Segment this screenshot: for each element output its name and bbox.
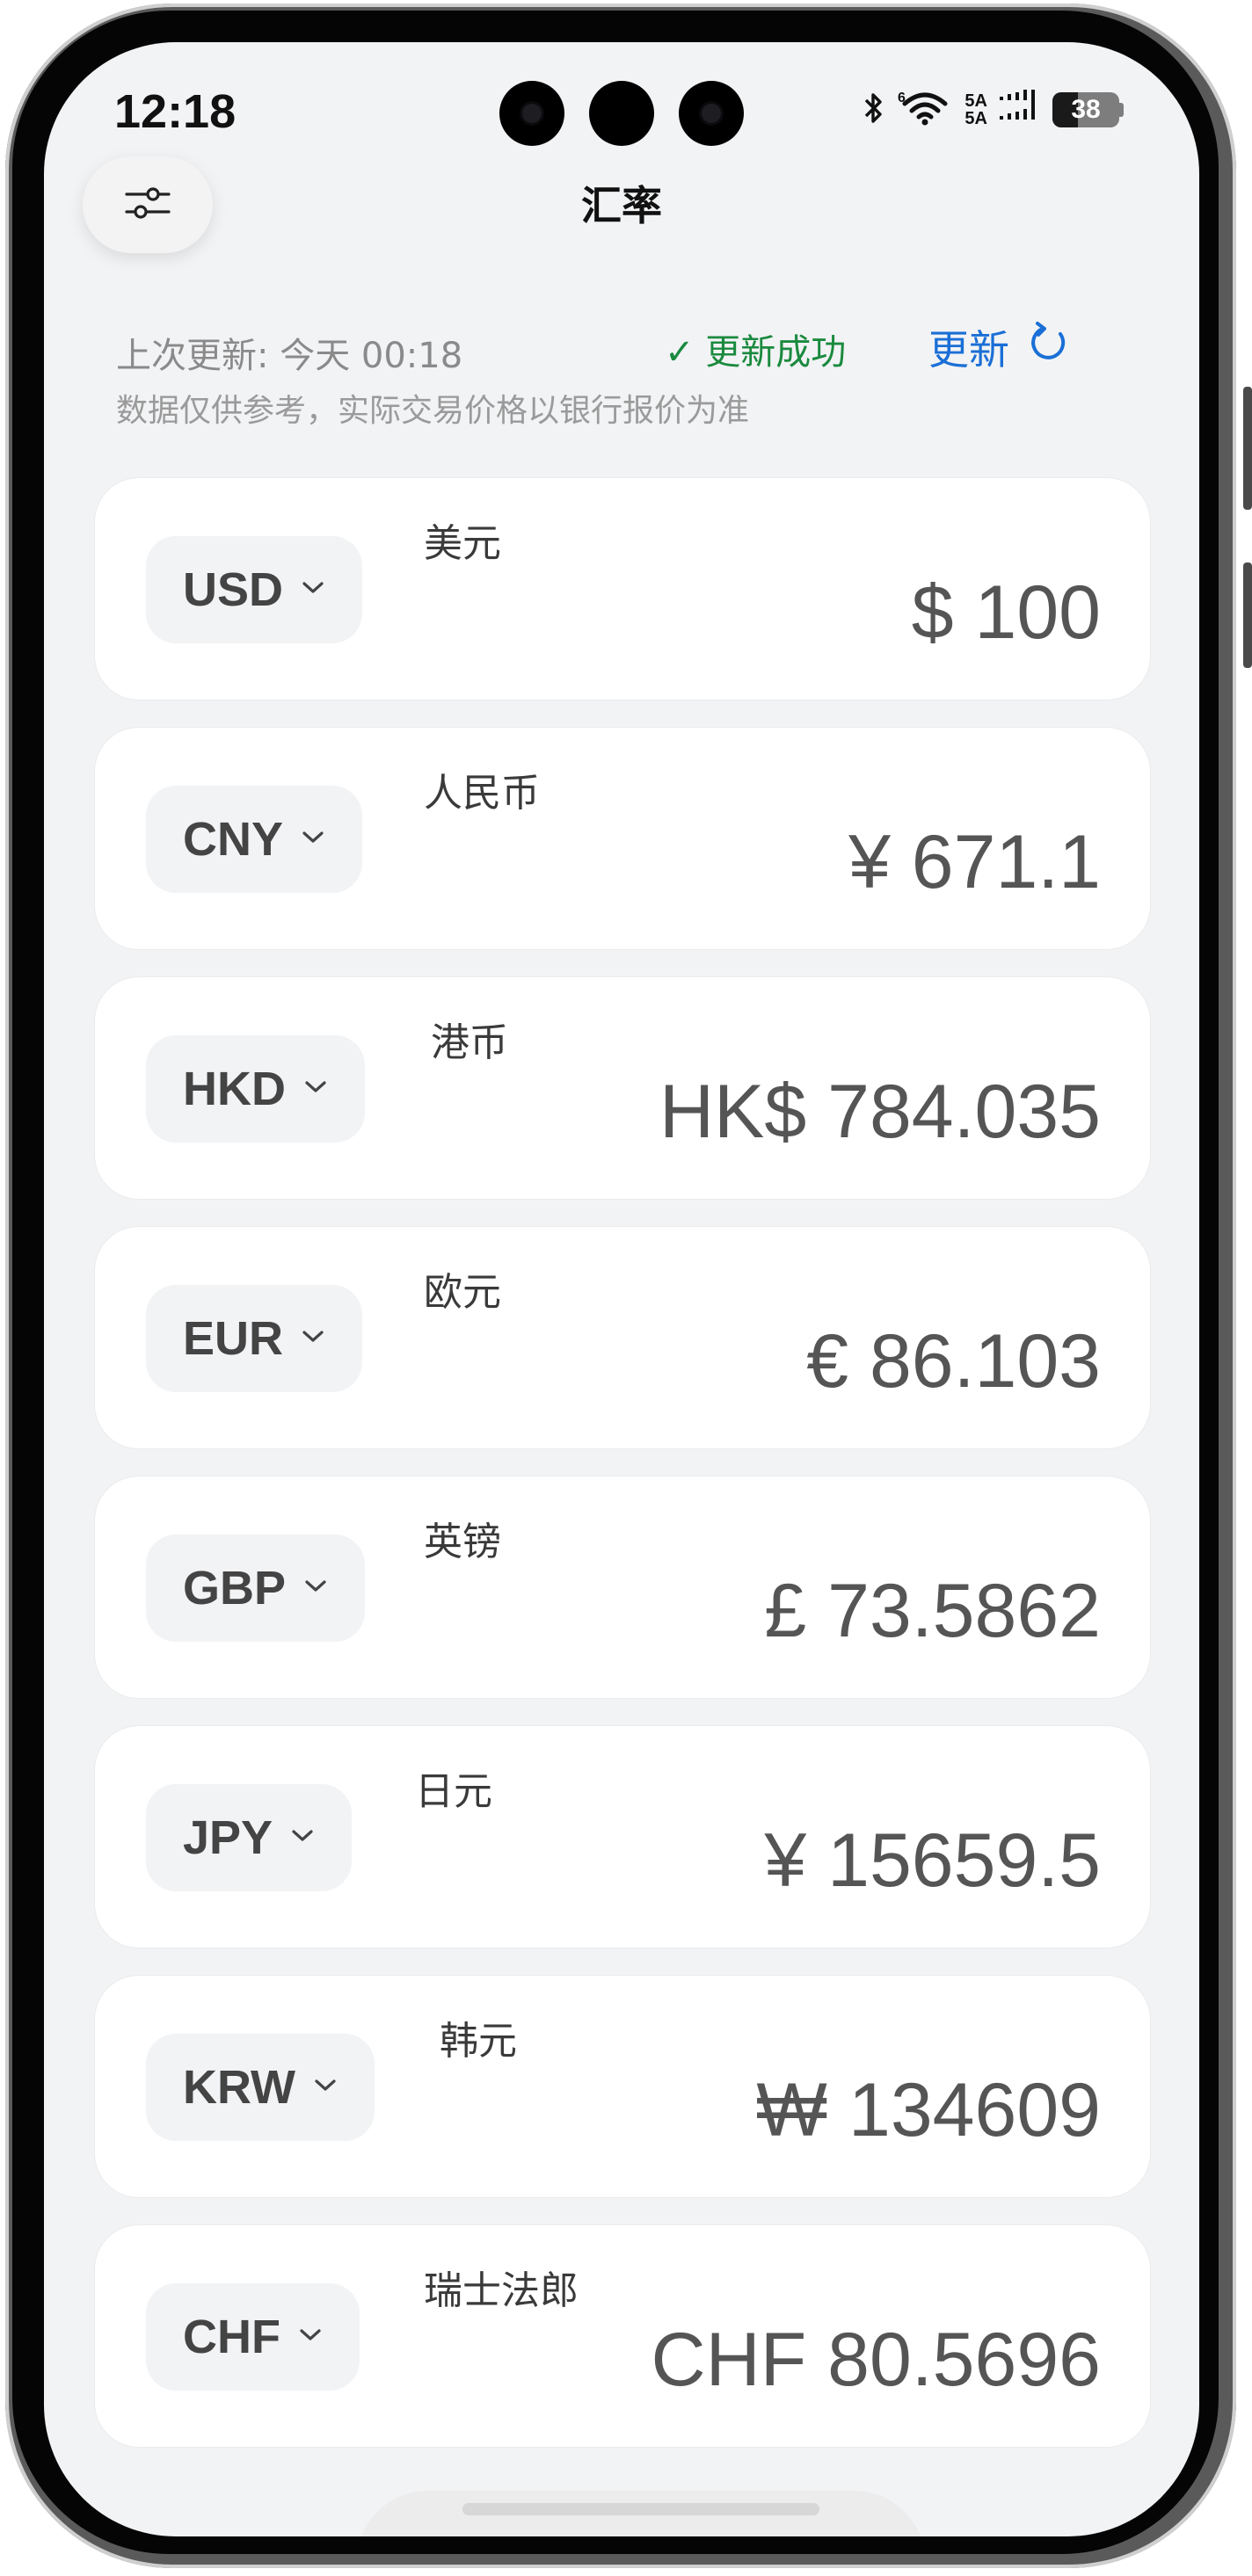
signal-bottom-label: 5A — [964, 109, 987, 128]
currency-code: JPY — [183, 1811, 273, 1864]
currency-amount[interactable]: € 86.103 — [806, 1318, 1101, 1405]
battery-icon: 38 — [1052, 92, 1124, 127]
currency-name: 英镑 — [424, 1520, 501, 1564]
volume-button — [1243, 387, 1252, 510]
currency-name: 日元 — [415, 1769, 492, 1814]
currency-amount[interactable]: ¥ 15659.5 — [764, 1818, 1101, 1905]
currency-code: USD — [183, 563, 284, 616]
currency-card-chf[interactable]: CHF 瑞士法郎 CHF 80.5696 — [95, 2225, 1150, 2447]
currency-amount[interactable]: ₩ 134609 — [756, 2067, 1101, 2154]
chevron-down-icon — [298, 2327, 323, 2347]
chevron-down-icon — [301, 580, 325, 599]
currency-name: 韩元 — [440, 2019, 517, 2064]
currency-selector-gbp[interactable]: GBP — [146, 1535, 366, 1642]
currency-amount[interactable]: $ 100 — [912, 570, 1101, 657]
currency-amount[interactable]: £ 73.5862 — [764, 1568, 1101, 1655]
currency-code: KRW — [183, 2061, 295, 2114]
currency-card-eur[interactable]: EUR 欧元 € 86.103 — [95, 1227, 1150, 1448]
chevron-down-icon — [303, 1578, 328, 1598]
currency-code: EUR — [183, 1312, 284, 1365]
currency-name: 瑞士法郎 — [424, 2268, 579, 2313]
currency-selector-usd[interactable]: USD — [146, 536, 363, 643]
currency-amount[interactable]: CHF 80.5696 — [651, 2317, 1101, 2404]
page-title: 汇率 — [581, 182, 662, 229]
last-update-text: 上次更新: 今天 00:18 — [116, 336, 463, 376]
currency-code: CNY — [183, 813, 284, 866]
battery-level: 38 — [1071, 95, 1101, 124]
screen: 12:18 6 5A 5A 38 汇率 上次更新: 今天 00:18 ✓ 更新成… — [44, 42, 1199, 2536]
currency-card-hkd[interactable]: HKD 港币 HK$ 784.035 — [95, 977, 1150, 1199]
currency-selector-hkd[interactable]: HKD — [146, 1035, 365, 1143]
chevron-down-icon — [301, 830, 325, 849]
chevron-down-icon — [313, 2078, 338, 2097]
status-time: 12:18 — [114, 85, 237, 138]
chevron-down-icon — [303, 1079, 328, 1099]
currency-selector-cny[interactable]: CNY — [146, 786, 363, 893]
svg-text:6: 6 — [898, 91, 906, 105]
chevron-down-icon — [301, 1329, 325, 1348]
chevron-down-icon — [290, 1828, 315, 1847]
refresh-button[interactable]: 更新 — [928, 318, 1071, 376]
currency-code: HKD — [183, 1063, 286, 1115]
camera-left-icon — [499, 81, 564, 146]
currency-selector-jpy[interactable]: JPY — [146, 1784, 353, 1891]
refresh-label: 更新 — [928, 326, 1009, 374]
currency-selector-krw[interactable]: KRW — [146, 2034, 375, 2141]
currency-card-jpy[interactable]: JPY 日元 ¥ 15659.5 — [95, 1726, 1150, 1948]
status-icons: 6 5A 5A 38 — [863, 88, 1124, 132]
camera-center-icon — [589, 81, 654, 146]
camera-right-icon — [679, 81, 744, 146]
currency-name: 欧元 — [424, 1270, 501, 1315]
bluetooth-icon — [863, 91, 885, 129]
disclaimer-text: 数据仅供参考，实际交易价格以银行报价为准 — [116, 393, 750, 429]
refresh-icon — [1025, 320, 1071, 375]
currency-code: CHF — [183, 2311, 280, 2363]
home-indicator[interactable] — [462, 2503, 819, 2515]
signal-top-label: 5A — [964, 91, 987, 111]
update-success-status: ✓ 更新成功 — [665, 332, 847, 373]
wifi-icon: 6 — [898, 90, 952, 130]
currency-name: 港币 — [431, 1020, 508, 1065]
currency-card-krw[interactable]: KRW 韩元 ₩ 134609 — [95, 1976, 1150, 2197]
currency-amount[interactable]: ¥ 671.1 — [848, 819, 1101, 906]
currency-card-cny[interactable]: CNY 人民币 ¥ 671.1 — [95, 728, 1150, 949]
cellular-signal-icon — [1000, 90, 1040, 130]
currency-selector-chf[interactable]: CHF — [146, 2283, 360, 2391]
signal-labels: 5A 5A — [964, 92, 987, 127]
currency-card-gbp[interactable]: GBP 英镑 £ 73.5862 — [95, 1477, 1150, 1698]
currency-code: GBP — [183, 1562, 287, 1615]
power-button — [1243, 562, 1252, 668]
currency-name: 人民币 — [424, 771, 540, 816]
currency-card-usd[interactable]: USD 美元 $ 100 — [95, 478, 1150, 700]
currency-selector-eur[interactable]: EUR — [146, 1285, 363, 1392]
currency-name: 美元 — [424, 521, 501, 566]
currency-amount[interactable]: HK$ 784.035 — [659, 1069, 1101, 1156]
